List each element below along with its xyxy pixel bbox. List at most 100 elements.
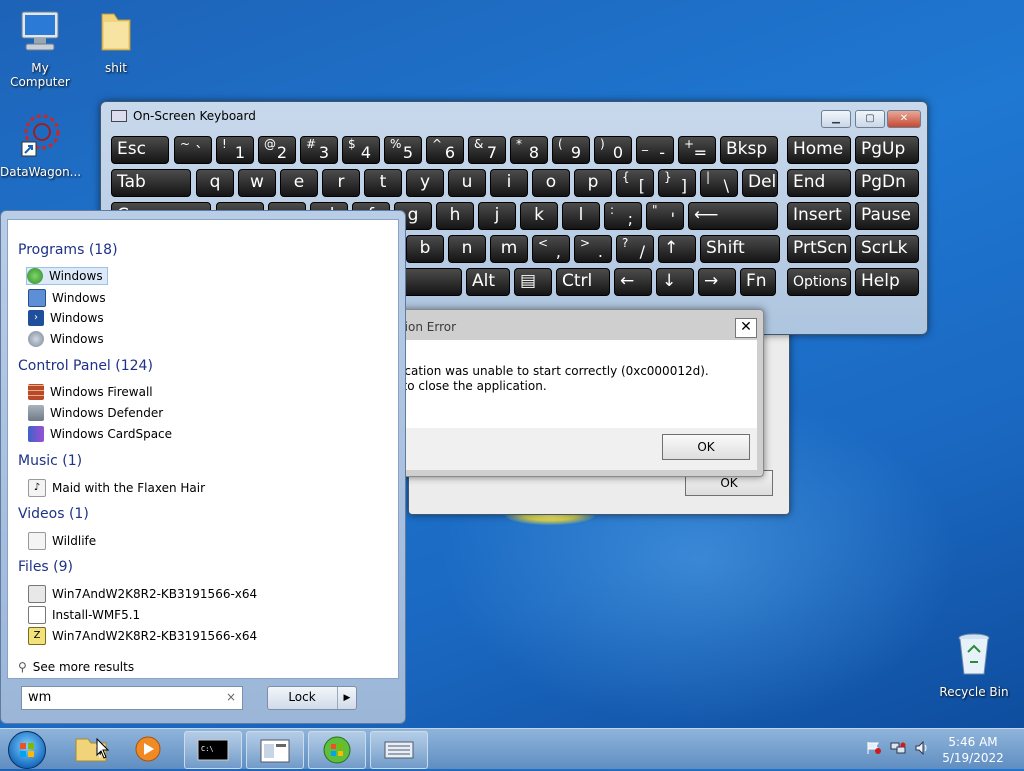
key-r[interactable]: r bbox=[322, 169, 360, 197]
key-t[interactable]: t bbox=[364, 169, 402, 197]
key-[interactable]: _ - bbox=[636, 136, 674, 164]
key-scrlk[interactable]: ScrLk bbox=[855, 235, 919, 263]
key-5[interactable]: % 5 bbox=[384, 136, 422, 164]
key-i[interactable]: i bbox=[490, 169, 528, 197]
key-9[interactable]: (9 bbox=[552, 136, 590, 164]
key-4[interactable]: $4 bbox=[342, 136, 380, 164]
key-p[interactable]: p bbox=[574, 169, 612, 197]
key-[interactable]: " ' bbox=[646, 202, 684, 230]
key-[interactable]: }] bbox=[658, 169, 696, 197]
category-files[interactable]: Files (9) bbox=[18, 559, 73, 575]
category-programs[interactable]: Programs (18) bbox=[18, 242, 118, 258]
ok-button[interactable]: OK bbox=[662, 434, 750, 460]
key-h[interactable]: h bbox=[436, 202, 474, 230]
key-3[interactable]: #3 bbox=[300, 136, 338, 164]
key-[interactable]: + = bbox=[678, 136, 716, 164]
close-icon[interactable]: ✕ bbox=[887, 110, 921, 128]
key-ctrl[interactable]: Ctrl bbox=[556, 268, 610, 296]
result-item[interactable]: Install-WMF5.1 bbox=[28, 606, 140, 624]
lock-options-arrow[interactable]: ▶ bbox=[337, 687, 356, 709]
result-item[interactable]: Windows Defender bbox=[28, 405, 163, 421]
result-item[interactable]: Z Win7AndW2K8R2-KB3191566-x64 bbox=[28, 627, 257, 645]
system-clock[interactable]: 5:46 AM 5/19/2022 bbox=[938, 734, 1008, 766]
result-item[interactable]: Win7AndW2K8R2-KB3191566-x64 bbox=[28, 585, 257, 603]
result-item[interactable]: Windows Firewall bbox=[28, 384, 153, 400]
key-insert[interactable]: Insert bbox=[787, 202, 851, 230]
key-2[interactable]: @2 bbox=[258, 136, 296, 164]
key-[interactable]: ~ ` bbox=[174, 136, 212, 164]
key-[interactable]: >. bbox=[574, 235, 612, 263]
key-o[interactable]: o bbox=[532, 169, 570, 197]
key-u[interactable]: u bbox=[448, 169, 486, 197]
key-[interactable]: {[ bbox=[616, 169, 654, 197]
osk-titlebar[interactable]: On-Screen Keyboard bbox=[101, 102, 927, 130]
key-[interactable]: ⟵ bbox=[688, 202, 778, 230]
start-menu[interactable]: Programs (18) Windows Windows › Windows … bbox=[0, 210, 406, 724]
key-end[interactable]: End bbox=[787, 169, 851, 197]
key-del[interactable]: Del bbox=[742, 169, 778, 197]
start-button[interactable] bbox=[8, 731, 46, 769]
key-[interactable]: ↓ bbox=[656, 268, 694, 296]
key-esc[interactable]: Esc bbox=[111, 136, 169, 164]
key-pgup[interactable]: PgUp bbox=[855, 136, 919, 164]
key-k[interactable]: k bbox=[520, 202, 558, 230]
key-l[interactable]: l bbox=[562, 202, 600, 230]
key-pause[interactable]: Pause bbox=[855, 202, 919, 230]
desktop-icon-folder[interactable]: shit bbox=[76, 8, 156, 75]
key-j[interactable]: j bbox=[478, 202, 516, 230]
key-fn[interactable]: Fn bbox=[740, 268, 776, 296]
key-[interactable]: ▤ bbox=[514, 268, 552, 296]
desktop-icon-my-computer[interactable]: My Computer bbox=[0, 8, 80, 89]
key-y[interactable]: y bbox=[406, 169, 444, 197]
taskbar-media-player[interactable] bbox=[124, 731, 180, 767]
maximize-icon[interactable]: ▢ bbox=[855, 110, 885, 128]
clear-search-button[interactable]: × bbox=[226, 690, 236, 704]
desktop-icon-datawagon[interactable]: DataWagon... bbox=[0, 112, 81, 179]
key-[interactable]: :; bbox=[604, 202, 642, 230]
key-alt[interactable]: Alt bbox=[466, 268, 510, 296]
key-[interactable]: | \ bbox=[700, 169, 738, 197]
result-item[interactable]: Windows bbox=[26, 267, 108, 285]
key-1[interactable]: ! 1 bbox=[216, 136, 254, 164]
key-shift[interactable]: Shift bbox=[700, 235, 780, 263]
key-8[interactable]: * 8 bbox=[510, 136, 548, 164]
category-music[interactable]: Music (1) bbox=[18, 453, 82, 469]
result-item[interactable]: Wildlife bbox=[28, 532, 96, 550]
result-item[interactable]: Windows bbox=[28, 331, 104, 347]
key-help[interactable]: Help bbox=[855, 268, 919, 296]
taskbar-explorer[interactable] bbox=[66, 731, 122, 767]
minimize-icon[interactable]: ▁ bbox=[821, 110, 851, 128]
key-e[interactable]: e bbox=[280, 169, 318, 197]
taskbar-on-screen-keyboard[interactable] bbox=[370, 731, 428, 769]
key-7[interactable]: & 7 bbox=[468, 136, 506, 164]
key-bksp[interactable]: Bksp bbox=[720, 136, 778, 164]
search-input[interactable]: wm × bbox=[21, 686, 243, 710]
see-more-results-link[interactable]: ⚲ See more results bbox=[18, 660, 134, 674]
key-home[interactable]: Home bbox=[787, 136, 851, 164]
key-b[interactable]: b bbox=[406, 235, 444, 263]
key-options[interactable]: Options bbox=[787, 268, 851, 296]
key-[interactable]: <, bbox=[532, 235, 570, 263]
error-dialog-close-button[interactable]: ✕ bbox=[735, 318, 757, 338]
category-control-panel[interactable]: Control Panel (124) bbox=[18, 358, 153, 374]
key-[interactable]: ← bbox=[614, 268, 652, 296]
result-item[interactable]: › Windows bbox=[28, 310, 104, 326]
volume-icon[interactable] bbox=[914, 740, 930, 756]
key-pgdn[interactable]: PgDn bbox=[855, 169, 919, 197]
key-[interactable]: ↑ bbox=[658, 235, 696, 263]
key-w[interactable]: w bbox=[238, 169, 276, 197]
key-0[interactable]: ) 0 bbox=[594, 136, 632, 164]
key-6[interactable]: ^ 6 bbox=[426, 136, 464, 164]
key-[interactable]: ? / bbox=[616, 235, 654, 263]
result-item[interactable]: Windows bbox=[28, 289, 106, 307]
key-q[interactable]: q bbox=[196, 169, 234, 197]
desktop-icon-recycle-bin[interactable]: Recycle Bin bbox=[934, 630, 1014, 699]
result-item[interactable]: ♪ Maid with the Flaxen Hair bbox=[28, 479, 205, 497]
key-[interactable]: → bbox=[698, 268, 736, 296]
action-center-flag-icon[interactable] bbox=[866, 741, 882, 755]
network-icon[interactable] bbox=[890, 741, 906, 755]
taskbar-command-prompt[interactable]: C:\ bbox=[184, 731, 242, 769]
key-prtscn[interactable]: PrtScn bbox=[787, 235, 851, 263]
lock-button[interactable]: Lock ▶ bbox=[267, 686, 357, 710]
key-tab[interactable]: Tab bbox=[111, 169, 191, 197]
